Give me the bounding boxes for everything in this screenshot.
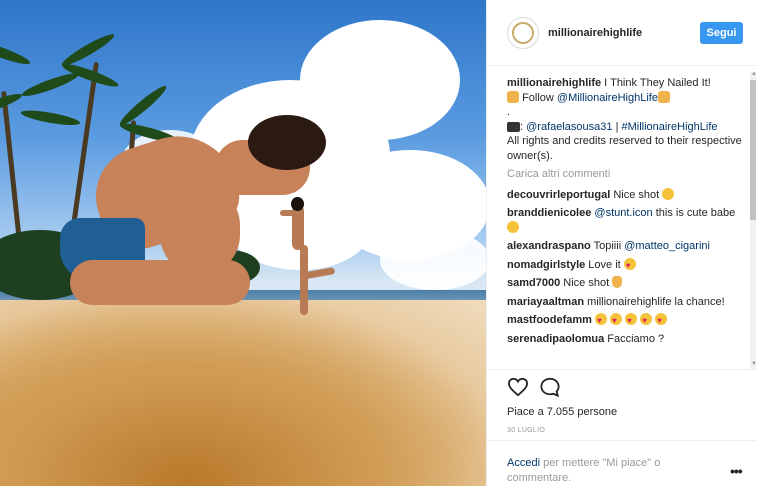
comment-item: mastfoodefamm (507, 313, 743, 329)
credit-mention[interactable]: @rafaelasousa31 (526, 121, 612, 133)
comment-bubble-icon[interactable] (539, 377, 561, 397)
comment-username[interactable]: serenadipaolomua (507, 333, 604, 345)
post-header: millionairehighlife Segui (487, 0, 757, 66)
more-options-icon[interactable]: ••• (730, 463, 743, 479)
username[interactable]: millionairehighlife (548, 27, 642, 39)
caption-username[interactable]: millionairehighlife (507, 77, 601, 89)
comment-item: alexandraspano Topiiii @matteo_cigarini (507, 239, 743, 254)
heart-eyes-emoji-icon (595, 313, 608, 329)
rights-text: All rights and credits reserved to their… (507, 135, 742, 162)
post-date: 30 LUGLIO (507, 427, 546, 434)
post-details-panel: millionairehighlife Segui millionairehig… (486, 0, 757, 486)
post-photo[interactable] (0, 0, 486, 486)
comment-item: samd7000 Nice shot (507, 276, 743, 291)
comments-scrollbar[interactable] (750, 72, 756, 370)
comment-username[interactable]: alexandraspano (507, 240, 591, 252)
scrollbar-thumb[interactable] (750, 80, 756, 220)
comment-item: mariayaaltman millionairehighlife la cha… (507, 295, 743, 310)
woman-head (291, 197, 304, 211)
comment-text: Facciamo ? (604, 332, 665, 345)
millionaire-logo-icon (512, 22, 534, 44)
post-actions: Piace a 7.055 persone 30 LUGLIO (487, 369, 757, 449)
heart-eyes-emoji-icon (625, 313, 638, 329)
comment-text: Love it (585, 258, 624, 271)
heart-outline-icon[interactable] (507, 377, 529, 397)
comment-mention[interactable]: @matteo_cigarini (624, 240, 710, 252)
load-more-comments[interactable]: Carica altri commenti (507, 167, 743, 182)
caption: millionairehighlife I Think They Nailed … (507, 77, 742, 162)
palm-frond (0, 37, 32, 68)
cloud (300, 20, 460, 140)
heart-eyes-emoji-icon (640, 313, 653, 329)
comment-text: this is cute babe (652, 207, 736, 219)
caption-text: I Think They Nailed It! (601, 77, 711, 89)
heart-eyes-emoji-icon (623, 257, 636, 273)
heart-eyes-emoji-icon (610, 313, 623, 329)
comment-text: Nice shot (560, 277, 613, 289)
comment-text: Topiiii (590, 240, 625, 252)
comment-username[interactable]: samd7000 (507, 277, 560, 289)
sand-foreground (0, 300, 486, 486)
caption-dot: . (507, 106, 511, 118)
woman-leg (300, 245, 308, 315)
login-prompt: Accedi per mettere "Mi piace" o commenta… (487, 440, 757, 486)
man-legs (70, 260, 250, 305)
credit-separator: | (612, 120, 622, 133)
comment-username[interactable]: mariayaaltman (507, 296, 584, 308)
palm-frond (116, 82, 170, 129)
likes-count[interactable]: Piace a 7.055 persone (507, 406, 617, 418)
caption-follow-prefix: Follow (522, 91, 557, 104)
comment-item: nomadgirlstyle Love it (507, 257, 743, 273)
cloud (380, 230, 486, 290)
scroll-down-arrow-icon[interactable]: ▼ (751, 361, 757, 367)
instagram-post-view: millionairehighlife Segui millionairehig… (0, 0, 757, 486)
comment-item: serenadipaolomua Facciamo ? (507, 332, 743, 347)
comment-item: decouvrirleportugal Nice shot (507, 187, 743, 203)
credit-hashtag[interactable]: #MillionaireHighLife (622, 121, 718, 133)
man-hair (248, 115, 326, 170)
caption-mention[interactable]: @MillionaireHighLife (557, 92, 658, 104)
scroll-up-arrow-icon[interactable]: ▲ (751, 71, 757, 77)
follow-button[interactable]: Segui (700, 22, 743, 44)
palm-frond (20, 69, 81, 100)
comment-mention[interactable]: @stunt.icon (591, 207, 652, 219)
smile-emoji-icon (662, 187, 675, 200)
comment-item: branddienicolee @stunt.icon this is cute… (507, 206, 743, 235)
camera-icon (507, 121, 520, 132)
smile-emoji-icon (507, 220, 519, 233)
comment-username[interactable]: decouvrirleportugal (507, 189, 610, 201)
heart-eyes-emoji-icon (655, 313, 668, 329)
login-link[interactable]: Accedi (507, 457, 540, 469)
woman-arm (280, 210, 302, 216)
palm-frond (20, 107, 81, 128)
comment-text: Nice shot (610, 188, 663, 201)
comment-text: millionairehighlife la chance! (584, 295, 725, 308)
thumbs-up-emoji-icon (612, 276, 623, 288)
comment-username[interactable]: nomadgirlstyle (507, 259, 585, 271)
pointing-hand-icon (657, 90, 670, 103)
comment-username[interactable]: branddienicolee (507, 207, 591, 219)
avatar[interactable] (507, 17, 539, 49)
comment-username[interactable]: mastfoodefamm (507, 314, 592, 326)
pointing-hand-icon (507, 90, 519, 103)
comments-list[interactable]: millionairehighlife I Think They Nailed … (507, 76, 743, 368)
